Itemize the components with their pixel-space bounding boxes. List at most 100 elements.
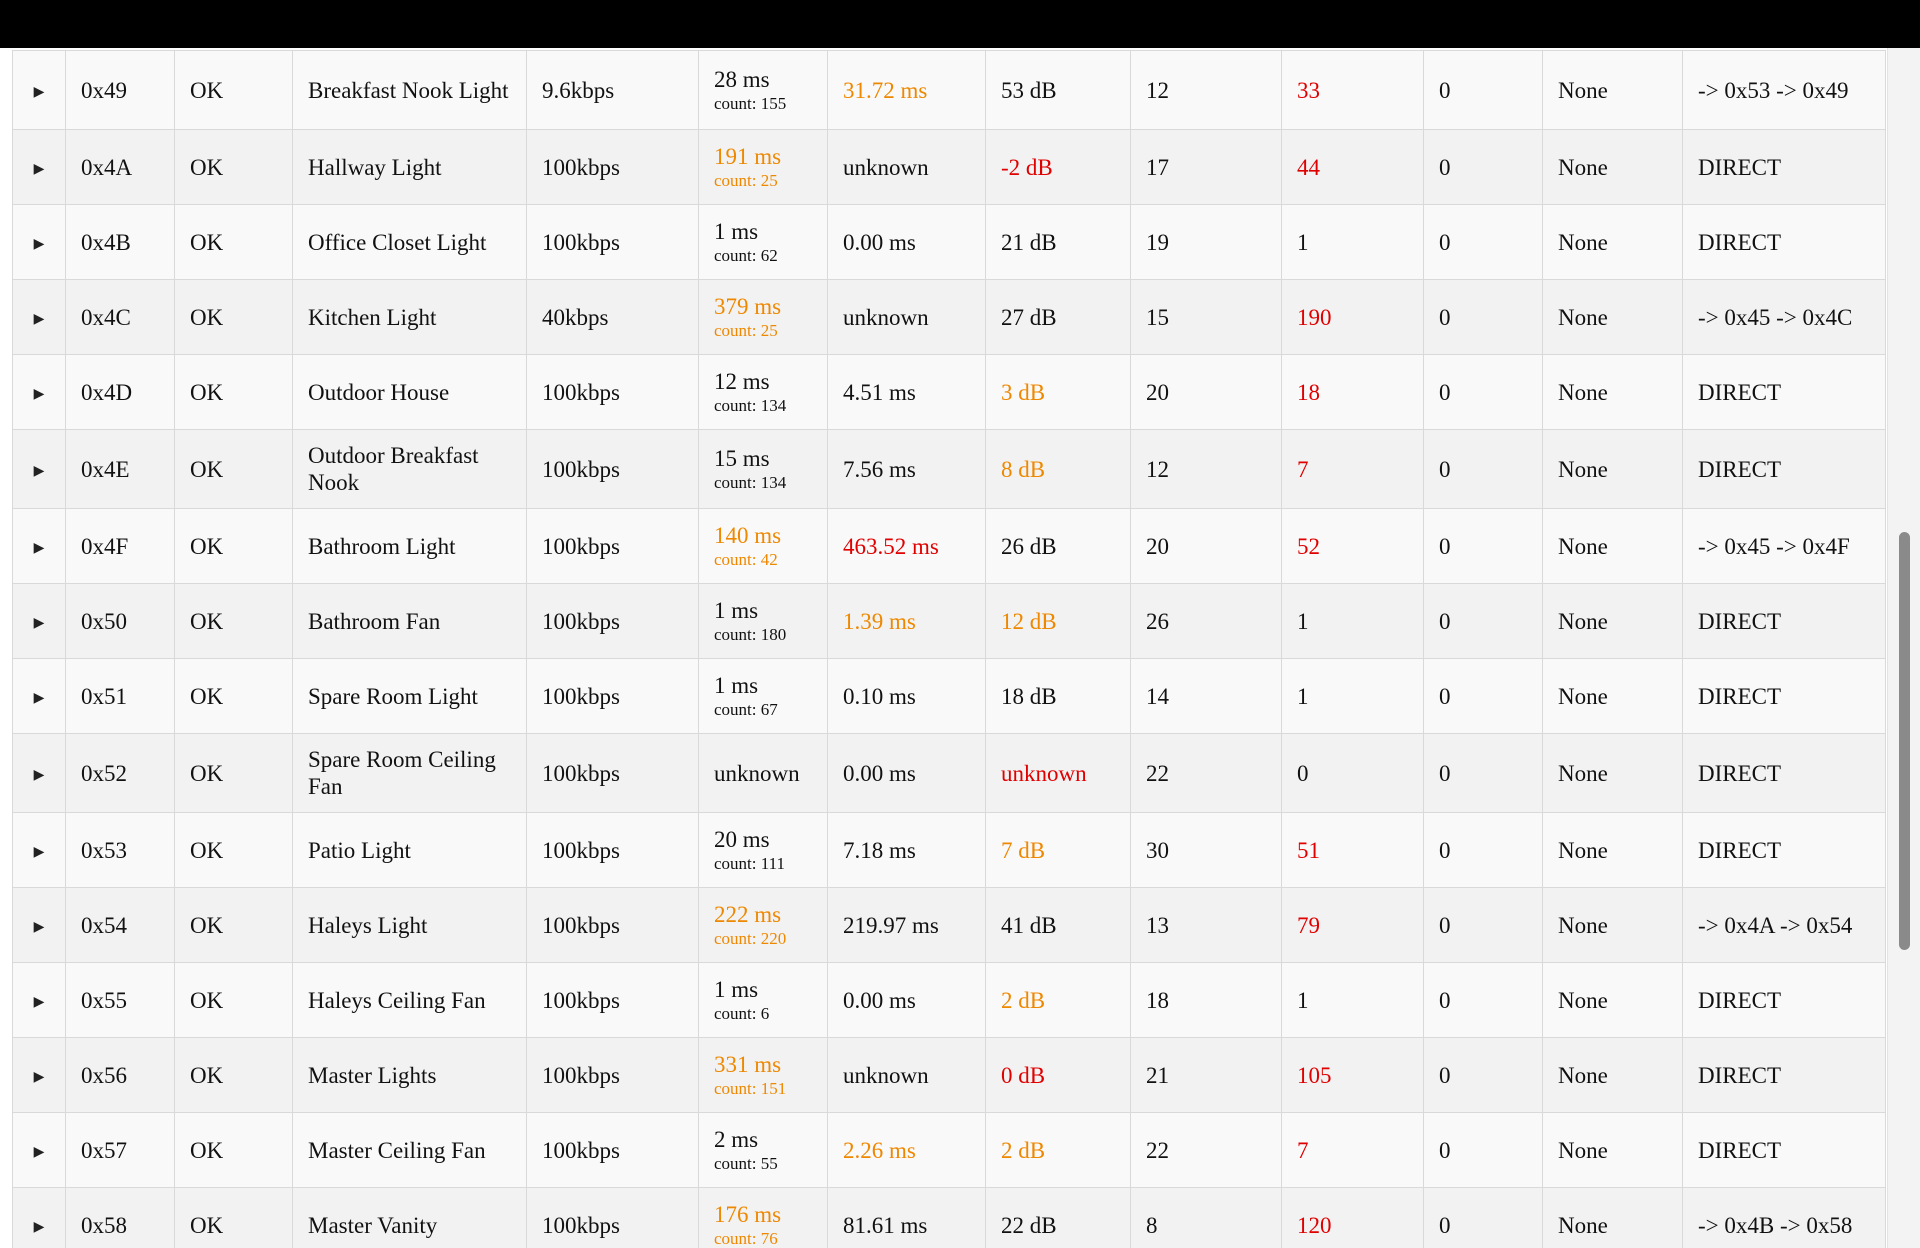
node-statistics-table: ▶ 0x49 OK Breakfast Nook Light 9.6kbps 28 ms c… [12,50,1886,1248]
vertical-scrollbar[interactable] [1887,48,1920,1248]
expand-row-cell[interactable]: ▶ [12,887,66,963]
failed-cell: None [1542,583,1683,659]
table-row[interactable]: ▶ 0x56 OK Master Lights 100kbps 331 ms count: … [12,1037,1886,1113]
table-row[interactable]: ▶ 0x4D OK Outdoor House 100kbps 12 ms count: 1… [12,354,1886,430]
expand-triangle-icon[interactable]: ▶ [34,541,45,556]
metric-1-cell: 12 [1130,429,1282,509]
node-id-cell: 0x55 [65,962,175,1038]
node-name-cell: Master Ceiling Fan [292,1112,527,1188]
metric-2-cell: 18 [1281,354,1424,430]
rtt-count: count: 55 [714,1154,778,1173]
table-row[interactable]: ▶ 0x4C OK Kitchen Light 40kbps 379 ms count: 2… [12,279,1886,355]
scrollbar-thumb[interactable] [1899,532,1910,950]
table-row[interactable]: ▶ 0x49 OK Breakfast Nook Light 9.6kbps 28 ms c… [12,50,1886,130]
node-id-cell: 0x4D [65,354,175,430]
expand-triangle-icon[interactable]: ▶ [34,920,45,935]
node-id-cell: 0x49 [65,50,175,130]
metric-3-cell: 0 [1423,887,1543,963]
failed-cell: None [1542,508,1683,584]
table-row[interactable]: ▶ 0x52 OK Spare Room Ceiling Fan 100kbps unkn… [12,733,1886,813]
table-row[interactable]: ▶ 0x58 OK Master Vanity 100kbps 176 ms count: … [12,1187,1886,1248]
metric-1-cell: 18 [1130,962,1282,1038]
expand-row-cell[interactable]: ▶ [12,429,66,509]
expand-triangle-icon[interactable]: ▶ [34,768,45,783]
snr-cell: 53 dB [985,50,1131,130]
rtt-value: 1 ms [714,598,759,623]
status-cell: OK [174,962,293,1038]
expand-row-cell[interactable]: ▶ [12,658,66,734]
expand-triangle-icon[interactable]: ▶ [34,237,45,252]
expand-triangle-icon[interactable]: ▶ [34,1220,45,1235]
metric-1-cell: 12 [1130,50,1282,130]
table-row[interactable]: ▶ 0x4A OK Hallway Light 100kbps 191 ms count: … [12,129,1886,205]
route-cell: DIRECT [1682,962,1886,1038]
node-table-viewport: ▶ 0x49 OK Breakfast Nook Light 9.6kbps 28 ms c… [0,48,1920,1248]
expand-triangle-icon[interactable]: ▶ [34,616,45,631]
expand-row-cell[interactable]: ▶ [12,129,66,205]
failed-cell: None [1542,962,1683,1038]
rtt-cell: 12 ms count: 134 [698,354,828,430]
expand-row-cell[interactable]: ▶ [12,962,66,1038]
table-row[interactable]: ▶ 0x54 OK Haleys Light 100kbps 222 ms count: 2… [12,887,1886,963]
node-name-cell: Haleys Light [292,887,527,963]
status-cell: OK [174,1112,293,1188]
status-cell: OK [174,129,293,205]
expand-triangle-icon[interactable]: ▶ [34,464,45,479]
metric-2-cell: 52 [1281,508,1424,584]
expand-row-cell[interactable]: ▶ [12,204,66,280]
table-row[interactable]: ▶ 0x57 OK Master Ceiling Fan 100kbps 2 ms coun… [12,1112,1886,1188]
expand-triangle-icon[interactable]: ▶ [34,1070,45,1085]
rtt-count: count: 180 [714,625,787,644]
expand-row-cell[interactable]: ▶ [12,279,66,355]
expand-row-cell[interactable]: ▶ [12,1112,66,1188]
snr-cell: 7 dB [985,812,1131,888]
route-cell: DIRECT [1682,1112,1886,1188]
expand-row-cell[interactable]: ▶ [12,733,66,813]
status-cell: OK [174,1037,293,1113]
expand-row-cell[interactable]: ▶ [12,354,66,430]
expand-row-cell[interactable]: ▶ [12,1187,66,1248]
expand-triangle-icon[interactable]: ▶ [34,845,45,860]
expand-triangle-icon[interactable]: ▶ [34,312,45,327]
expand-row-cell[interactable]: ▶ [12,812,66,888]
expand-row-cell[interactable]: ▶ [12,583,66,659]
node-name-cell: Spare Room Light [292,658,527,734]
node-id-cell: 0x56 [65,1037,175,1113]
metric-3-cell: 0 [1423,812,1543,888]
node-name-cell: Outdoor Breakfast Nook [292,429,527,509]
table-row[interactable]: ▶ 0x51 OK Spare Room Light 100kbps 1 ms count:… [12,658,1886,734]
expand-triangle-icon[interactable]: ▶ [34,85,45,100]
expand-triangle-icon[interactable]: ▶ [34,691,45,706]
expand-row-cell[interactable]: ▶ [12,50,66,130]
rtt-value: 176 ms [714,1202,782,1227]
table-row[interactable]: ▶ 0x55 OK Haleys Ceiling Fan 100kbps 1 ms coun… [12,962,1886,1038]
node-id-cell: 0x4E [65,429,175,509]
speed-cell: 100kbps [526,354,699,430]
expand-row-cell[interactable]: ▶ [12,508,66,584]
table-row[interactable]: ▶ 0x4B OK Office Closet Light 100kbps 1 ms cou… [12,204,1886,280]
rtt-value: 20 ms [714,827,770,852]
speed-cell: 100kbps [526,887,699,963]
route-cell: -> 0x45 -> 0x4F [1682,508,1886,584]
rtt-cell: 379 ms count: 25 [698,279,828,355]
failed-cell: None [1542,658,1683,734]
metric-2-cell: 44 [1281,129,1424,205]
snr-cell: 8 dB [985,429,1131,509]
metric-1-cell: 26 [1130,583,1282,659]
expand-row-cell[interactable]: ▶ [12,1037,66,1113]
node-name-cell: Office Closet Light [292,204,527,280]
table-row[interactable]: ▶ 0x4F OK Bathroom Light 100kbps 140 ms count:… [12,508,1886,584]
table-row[interactable]: ▶ 0x53 OK Patio Light 100kbps 20 ms count: 111… [12,812,1886,888]
speed-cell: 100kbps [526,129,699,205]
expand-triangle-icon[interactable]: ▶ [34,162,45,177]
snr-cell: 41 dB [985,887,1131,963]
expand-triangle-icon[interactable]: ▶ [34,387,45,402]
table-row[interactable]: ▶ 0x4E OK Outdoor Breakfast Nook 100kbps 15 m… [12,429,1886,509]
expand-triangle-icon[interactable]: ▶ [34,995,45,1010]
expand-triangle-icon[interactable]: ▶ [34,1145,45,1160]
table-row[interactable]: ▶ 0x50 OK Bathroom Fan 100kbps 1 ms count: 180… [12,583,1886,659]
snr-cell: 0 dB [985,1037,1131,1113]
rtt-cell: 140 ms count: 42 [698,508,828,584]
latency-cell: 4.51 ms [827,354,986,430]
metric-1-cell: 14 [1130,658,1282,734]
